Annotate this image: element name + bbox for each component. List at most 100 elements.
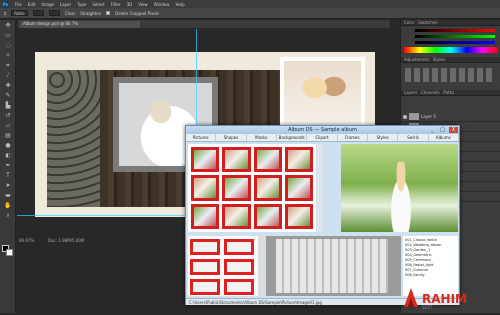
eraser-icon[interactable]: ▱ <box>3 122 13 130</box>
album-ds-window: Album DS — Sample album _ □ X Pictures S… <box>185 125 460 305</box>
delete-cropped-checkbox[interactable] <box>106 11 111 15</box>
layout-thumbnail[interactable] <box>224 239 254 255</box>
thumbnail-scrollbar[interactable] <box>317 144 322 232</box>
document-tab[interactable]: Album design.psd @ 66.7% <box>20 21 140 28</box>
menu-help[interactable]: Help <box>175 2 184 7</box>
layout-thumbnail[interactable] <box>190 279 220 295</box>
menu-view[interactable]: View <box>138 2 148 7</box>
layout-thumbnail[interactable] <box>224 279 254 295</box>
menu-3d[interactable]: 3D <box>127 2 133 7</box>
picture-thumbnail[interactable] <box>222 203 251 229</box>
menu-file[interactable]: File <box>15 2 22 7</box>
menu-window[interactable]: Window <box>154 2 170 7</box>
category-tabs: Pictures Shapes Masks Backgrounds Clipar… <box>186 134 459 142</box>
zoom-level[interactable]: 66.67% <box>19 238 34 243</box>
visibility-eye-icon[interactable] <box>403 114 407 119</box>
color-spectrum[interactable] <box>404 47 498 53</box>
delete-cropped-label: Delete Cropped Pixels <box>115 10 160 16</box>
menu-layer[interactable]: Layer <box>60 2 71 7</box>
straighten-button[interactable]: Straighten <box>80 11 101 16</box>
ratio-select[interactable]: Ratio <box>11 10 28 16</box>
picture-thumbnail[interactable] <box>253 175 282 201</box>
menu-edit[interactable]: Edit <box>28 2 36 7</box>
width-field[interactable] <box>32 10 44 16</box>
tab-shapes[interactable]: Shapes <box>216 134 247 141</box>
close-button[interactable]: X <box>449 127 458 133</box>
picture-thumbnail[interactable] <box>191 175 220 201</box>
page-preview[interactable] <box>266 236 401 296</box>
marquee-tool-icon[interactable]: ▭ <box>3 32 13 40</box>
picture-preview <box>341 144 458 232</box>
picture-thumbnail[interactable] <box>222 147 251 173</box>
tab-clipart[interactable]: Clipart <box>307 134 338 141</box>
minimize-button[interactable]: _ <box>428 127 437 133</box>
layouts-scrollbar[interactable] <box>258 236 264 296</box>
tab-styles[interactable]: Styles <box>368 134 399 141</box>
layout-thumbnail[interactable] <box>224 259 254 275</box>
picture-thumbnail[interactable] <box>284 203 313 229</box>
gradient-icon[interactable]: ▤ <box>3 132 13 140</box>
menu-image[interactable]: Image <box>41 2 54 7</box>
crop-tool-icon[interactable]: ⌗ <box>4 11 6 16</box>
clear-button[interactable]: Clear <box>65 11 75 16</box>
picture-thumbnail[interactable] <box>222 175 251 201</box>
eyedropper-icon[interactable]: ⁄ <box>3 72 13 80</box>
cobblestone-photo <box>47 70 102 207</box>
pen-icon[interactable]: ✒ <box>3 162 13 170</box>
album-title-bar[interactable]: Album DS — Sample album _ □ X <box>186 126 459 134</box>
hand-icon[interactable]: ✋ <box>3 202 13 210</box>
color-sliders[interactable] <box>415 35 495 38</box>
tab-adjustments[interactable]: Adjustments <box>404 57 429 62</box>
crop-icon[interactable]: ⌗ <box>3 62 13 70</box>
tab-pictures[interactable]: Pictures <box>186 134 217 141</box>
layer-row[interactable]: Layer 5 <box>401 112 500 122</box>
path-select-icon[interactable]: ➤ <box>3 182 13 190</box>
adjustment-icons[interactable] <box>405 68 495 82</box>
svg-text:RAHIM: RAHIM <box>422 292 467 306</box>
picture-thumbnail[interactable] <box>253 147 282 173</box>
tab-swirls[interactable]: Swirls <box>398 134 429 141</box>
lasso-tool-icon[interactable]: ◌ <box>3 42 13 50</box>
tab-backgrounds[interactable]: Backgrounds <box>277 134 308 141</box>
dodge-icon[interactable]: ◐ <box>3 152 13 160</box>
layout-thumbnail[interactable] <box>190 239 220 255</box>
tab-layers[interactable]: Layers <box>404 90 417 95</box>
healing-brush-icon[interactable]: ✚ <box>3 82 13 90</box>
type-icon[interactable]: T <box>3 172 13 180</box>
color-sliders[interactable] <box>415 29 495 32</box>
file-item[interactable]: 008_Family <box>405 273 456 278</box>
document-tab-bar: Album design.psd @ 66.7% <box>18 20 390 28</box>
tab-color[interactable]: Color <box>404 20 414 25</box>
brush-icon[interactable]: ✎ <box>3 92 13 100</box>
picture-thumbnail[interactable] <box>191 147 220 173</box>
picture-thumbnail[interactable] <box>284 147 313 173</box>
background-color-swatch[interactable] <box>6 249 13 256</box>
tab-swatches[interactable]: Swatches <box>418 20 437 25</box>
tab-channels[interactable]: Channels <box>421 90 440 95</box>
color-sliders[interactable] <box>415 41 495 44</box>
magic-wand-icon[interactable]: ✧ <box>3 52 13 60</box>
history-brush-icon[interactable]: ↺ <box>3 112 13 120</box>
menu-bar: Ps File Edit Image Layer Type Select Fil… <box>0 0 500 8</box>
tab-paths[interactable]: Paths <box>443 90 454 95</box>
tab-albums[interactable]: Albums <box>429 134 459 141</box>
shape-icon[interactable]: ▬ <box>3 192 13 200</box>
maximize-button[interactable]: □ <box>438 127 447 133</box>
menu-select[interactable]: Select <box>92 2 104 7</box>
menu-type[interactable]: Type <box>77 2 86 7</box>
stamp-icon[interactable]: ▙ <box>3 102 13 110</box>
blur-icon[interactable]: ● <box>3 142 13 150</box>
adjustments-panel-tabs: Adjustments Styles <box>401 57 500 63</box>
move-tool-icon[interactable]: ✥ <box>3 22 13 30</box>
tab-frames[interactable]: Frames <box>338 134 368 141</box>
zoom-icon[interactable]: ⌕ <box>3 212 13 220</box>
tab-styles[interactable]: Styles <box>433 57 445 62</box>
picture-thumbnail[interactable] <box>284 175 313 201</box>
menu-filter[interactable]: Filter <box>111 2 121 7</box>
options-bar: ⌗ Ratio Clear Straighten Delete Cropped … <box>0 8 500 19</box>
tab-masks[interactable]: Masks <box>247 134 277 141</box>
picture-thumbnail[interactable] <box>253 203 282 229</box>
layout-thumbnail[interactable] <box>190 259 220 275</box>
picture-thumbnail[interactable] <box>191 203 220 229</box>
height-field[interactable] <box>48 10 60 16</box>
